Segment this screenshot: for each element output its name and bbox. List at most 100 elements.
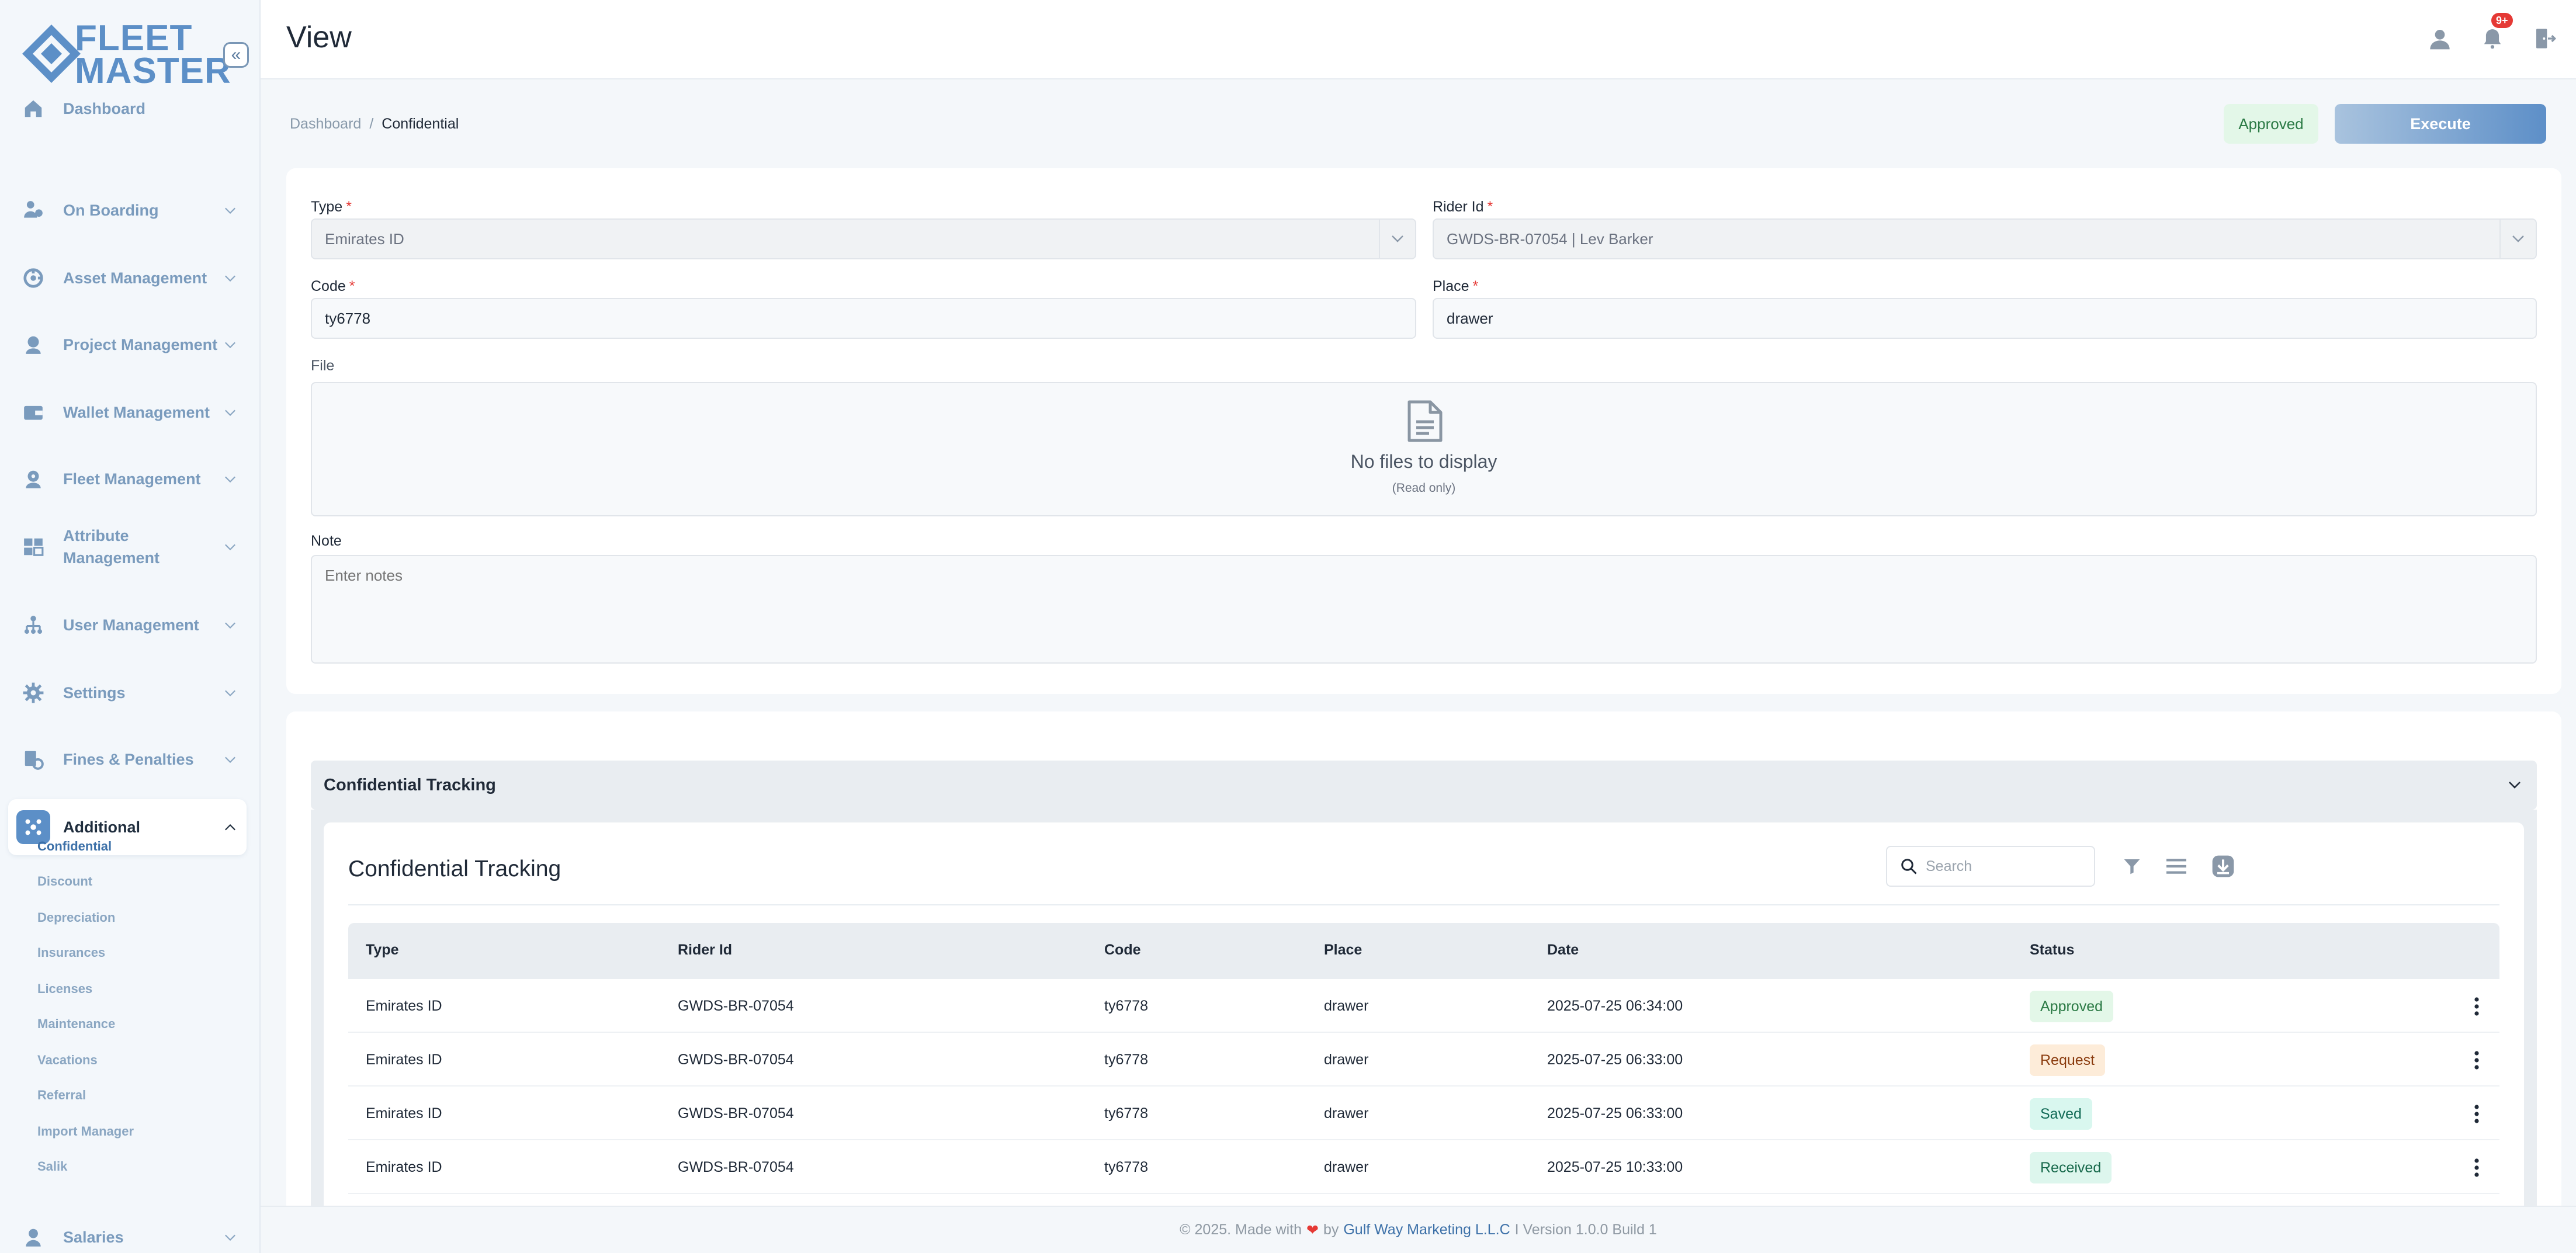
filter-button[interactable] bbox=[2117, 852, 2147, 881]
sidebar-item-on-boarding[interactable]: On Boarding bbox=[8, 182, 247, 238]
column-header[interactable]: Status bbox=[2030, 942, 2074, 959]
logo-diamond-icon bbox=[22, 25, 81, 83]
tracking-table-card: Confidential Tracking Type bbox=[324, 822, 2524, 1253]
rider-id-select[interactable]: GWDS-BR-07054 | Lev Barker bbox=[1433, 218, 2537, 259]
code-input[interactable]: ty6778 bbox=[311, 298, 1416, 339]
record-status-badge: Approved bbox=[2224, 104, 2318, 144]
footer: © 2025. Made with ❤ by Gulf Way Marketin… bbox=[261, 1206, 2576, 1253]
sidebar-collapse-button[interactable]: « bbox=[223, 42, 249, 68]
sidebar-subitem-licenses[interactable]: Licenses bbox=[37, 981, 92, 997]
place-label: Place * bbox=[1433, 278, 1479, 294]
chevron-down-icon bbox=[219, 199, 242, 222]
sidebar-subitem-depreciation[interactable]: Depreciation bbox=[37, 910, 115, 925]
file-readonly-text: (Read only) bbox=[1392, 481, 1456, 495]
column-header[interactable]: Code bbox=[1104, 942, 1141, 959]
status-badge: Saved bbox=[2030, 1098, 2092, 1130]
table-row[interactable]: Emirates ID GWDS-BR-07054 ty6778 drawer 2025… bbox=[348, 1140, 2499, 1194]
project-icon bbox=[16, 328, 50, 362]
more-vertical-icon bbox=[2474, 1158, 2479, 1177]
double-chevron-left-icon: « bbox=[231, 45, 241, 64]
sidebar-item-label: Settings bbox=[63, 684, 126, 702]
cell-date: 2025-07-25 06:34:00 bbox=[1547, 998, 1683, 1014]
code-label: Code * bbox=[311, 278, 355, 294]
status-badge: Request bbox=[2030, 1044, 2106, 1076]
sidebar: FLEET MASTER « Dashboard On Boarding Asset… bbox=[0, 0, 261, 1253]
cell-rider-id: GWDS-BR-07054 bbox=[678, 1051, 794, 1068]
accordion-title: Confidential Tracking bbox=[324, 775, 496, 794]
row-actions-button[interactable] bbox=[2463, 1154, 2490, 1181]
type-select-value: Emirates ID bbox=[325, 230, 404, 248]
code-input-value: ty6778 bbox=[325, 309, 371, 327]
tracking-accordion-header[interactable]: Confidential Tracking bbox=[311, 761, 2537, 810]
sidebar-subitem-referral[interactable]: Referral bbox=[37, 1088, 86, 1103]
attribute-icon bbox=[16, 530, 50, 564]
chevron-down-icon bbox=[1379, 220, 1415, 258]
sidebar-item-wallet-management[interactable]: Wallet Management bbox=[8, 384, 247, 440]
column-header[interactable]: Place bbox=[1324, 942, 1362, 959]
brand-logo[interactable]: FLEET MASTER bbox=[16, 19, 231, 89]
logout-button[interactable] bbox=[2530, 23, 2560, 54]
breadcrumb-separator: / bbox=[369, 116, 374, 132]
chevron-down-icon bbox=[219, 401, 242, 424]
table-row[interactable]: Emirates ID GWDS-BR-07054 ty6778 drawer 2025… bbox=[348, 979, 2499, 1033]
column-header[interactable]: Date bbox=[1547, 942, 1579, 959]
columns-button[interactable] bbox=[2162, 852, 2191, 881]
footer-company-link[interactable]: Gulf Way Marketing L.L.C bbox=[1343, 1221, 1510, 1238]
sidebar-subitem-confidential[interactable]: Confidential bbox=[37, 839, 112, 854]
top-header: View 9+ bbox=[261, 0, 2576, 79]
cell-code: ty6778 bbox=[1104, 998, 1149, 1014]
sidebar-item-user-management[interactable]: User Management bbox=[8, 597, 247, 653]
sidebar-subitem-maintenance[interactable]: Maintenance bbox=[37, 1016, 115, 1032]
sidebar-item-label: Salaries bbox=[63, 1228, 124, 1246]
export-button[interactable] bbox=[2209, 852, 2238, 881]
fines-icon bbox=[16, 742, 50, 776]
row-actions-button[interactable] bbox=[2463, 1101, 2490, 1127]
table-row[interactable]: Emirates ID GWDS-BR-07054 ty6778 drawer 2025… bbox=[348, 1087, 2499, 1140]
cell-place: drawer bbox=[1324, 1105, 1369, 1122]
download-icon bbox=[2212, 855, 2234, 877]
sidebar-item-dashboard[interactable]: Dashboard bbox=[8, 81, 247, 137]
notifications-button[interactable]: 9+ bbox=[2477, 13, 2513, 54]
type-select[interactable]: Emirates ID bbox=[311, 218, 1416, 259]
note-textarea[interactable] bbox=[311, 555, 2537, 664]
row-actions-button[interactable] bbox=[2463, 1047, 2490, 1074]
cell-date: 2025-07-25 06:33:00 bbox=[1547, 1105, 1683, 1122]
sidebar-item-attribute-management[interactable]: Attribute Management bbox=[8, 519, 247, 575]
sidebar-item-asset-management[interactable]: Asset Management bbox=[8, 250, 247, 306]
chevron-down-icon bbox=[219, 748, 242, 771]
status-badge: Approved bbox=[2030, 991, 2114, 1022]
chevron-down-icon bbox=[219, 333, 242, 356]
sidebar-item-project-management[interactable]: Project Management bbox=[8, 317, 247, 373]
table-row[interactable]: Emirates ID GWDS-BR-07054 ty6778 drawer 2025… bbox=[348, 1033, 2499, 1087]
breadcrumb-root-link[interactable]: Dashboard bbox=[290, 116, 361, 132]
execute-button[interactable]: Execute bbox=[2335, 104, 2546, 144]
more-vertical-icon bbox=[2474, 1105, 2479, 1123]
search-field[interactable] bbox=[1886, 846, 2095, 887]
cell-rider-id: GWDS-BR-07054 bbox=[678, 1105, 794, 1122]
row-actions-button[interactable] bbox=[2463, 993, 2490, 1020]
sidebar-subitem-import-manager[interactable]: Import Manager bbox=[37, 1124, 134, 1139]
cell-code: ty6778 bbox=[1104, 1051, 1149, 1068]
sidebar-subitem-discount[interactable]: Discount bbox=[37, 874, 92, 889]
sidebar-item-fines-penalties[interactable]: Fines & Penalties bbox=[8, 731, 247, 787]
sidebar-item-settings[interactable]: Settings bbox=[8, 665, 247, 721]
rider-id-label: Rider Id * bbox=[1433, 199, 1493, 215]
place-input[interactable]: drawer bbox=[1433, 298, 2537, 339]
bell-icon bbox=[2484, 29, 2501, 49]
column-header[interactable]: Type bbox=[366, 942, 399, 959]
chevron-down-icon bbox=[2503, 773, 2526, 797]
search-input[interactable] bbox=[1926, 858, 2089, 875]
sidebar-item-label: Fleet Management bbox=[63, 470, 201, 488]
user-profile-button[interactable] bbox=[2425, 23, 2455, 54]
sidebar-subitem-vacations[interactable]: Vacations bbox=[37, 1053, 98, 1068]
chevron-down-icon bbox=[219, 681, 242, 704]
divider bbox=[348, 904, 2499, 905]
sidebar-item-salaries[interactable]: Salaries bbox=[8, 1209, 247, 1253]
sidebar-subitem-salik[interactable]: Salik bbox=[37, 1159, 67, 1174]
column-header[interactable]: Rider Id bbox=[678, 942, 732, 959]
sidebar-item-label: Additional bbox=[63, 818, 140, 836]
chevron-down-icon bbox=[219, 1226, 242, 1249]
sidebar-item-fleet-management[interactable]: Fleet Management bbox=[8, 451, 247, 507]
brand-line-1: FLEET bbox=[75, 18, 193, 58]
sidebar-subitem-insurances[interactable]: Insurances bbox=[37, 945, 105, 960]
